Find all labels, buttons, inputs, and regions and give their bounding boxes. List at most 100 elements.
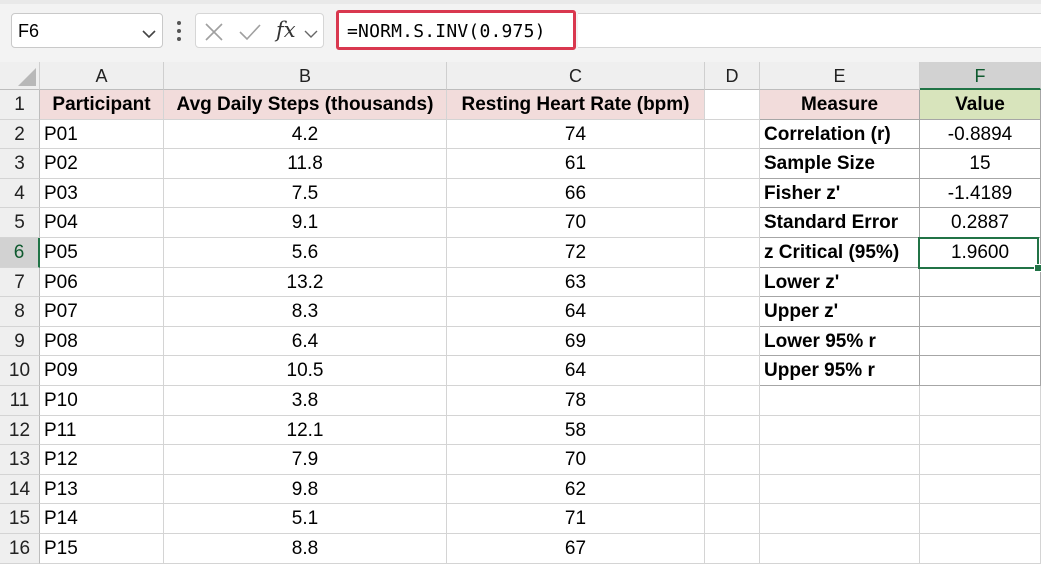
empty-cell[interactable] bbox=[705, 415, 760, 446]
row-header-14[interactable]: 14 bbox=[0, 474, 40, 505]
empty-cell[interactable] bbox=[760, 386, 920, 416]
heart-rate-cell[interactable]: 72 bbox=[447, 238, 705, 268]
measure-label-cell[interactable]: Upper z' bbox=[760, 297, 920, 327]
steps-cell[interactable]: 10.5 bbox=[164, 356, 447, 386]
empty-cell[interactable] bbox=[920, 386, 1041, 416]
empty-cell[interactable] bbox=[760, 534, 920, 564]
row-header-9[interactable]: 9 bbox=[0, 326, 40, 357]
measure-value-cell[interactable] bbox=[920, 356, 1041, 386]
row-header-6[interactable]: 6 bbox=[0, 238, 40, 268]
empty-cell[interactable] bbox=[705, 326, 760, 357]
checkmark-icon[interactable] bbox=[238, 22, 262, 47]
row-header-4[interactable]: 4 bbox=[0, 178, 40, 209]
fill-handle[interactable] bbox=[1034, 263, 1041, 272]
measure-label-cell[interactable]: Correlation (r) bbox=[760, 119, 920, 150]
participant-cell[interactable]: P04 bbox=[40, 208, 164, 238]
steps-cell[interactable]: 7.9 bbox=[164, 445, 447, 475]
steps-cell[interactable]: 6.4 bbox=[164, 326, 447, 357]
empty-cell[interactable] bbox=[705, 356, 760, 386]
select-all-button[interactable] bbox=[0, 62, 40, 90]
participant-cell[interactable]: P09 bbox=[40, 356, 164, 386]
participant-cell[interactable]: P05 bbox=[40, 238, 164, 268]
chevron-down-icon[interactable] bbox=[142, 26, 156, 44]
steps-cell[interactable]: 8.8 bbox=[164, 534, 447, 564]
measure-value-cell[interactable]: 15 bbox=[920, 149, 1041, 179]
empty-cell[interactable] bbox=[705, 534, 760, 564]
steps-cell[interactable]: 4.2 bbox=[164, 119, 447, 150]
column-header-a[interactable]: A bbox=[40, 62, 164, 90]
steps-cell[interactable]: 12.1 bbox=[164, 415, 447, 446]
measure-label-cell[interactable]: z Critical (95%) bbox=[760, 238, 920, 268]
empty-cell[interactable] bbox=[705, 504, 760, 534]
empty-cell[interactable] bbox=[760, 445, 920, 475]
column-header-d[interactable]: D bbox=[705, 62, 760, 90]
empty-cell[interactable] bbox=[920, 474, 1041, 505]
empty-cell[interactable] bbox=[705, 386, 760, 416]
insert-function-button[interactable]: fx bbox=[276, 18, 296, 42]
row-header-16[interactable]: 16 bbox=[0, 534, 40, 564]
formula-input[interactable]: =NORM.S.INV(0.975) bbox=[336, 10, 576, 50]
column-header-e[interactable]: E bbox=[760, 62, 920, 90]
empty-cell[interactable] bbox=[920, 534, 1041, 564]
row-header-8[interactable]: 8 bbox=[0, 297, 40, 327]
heart-rate-cell[interactable]: 58 bbox=[447, 415, 705, 446]
measure-value-cell[interactable]: 0.2887 bbox=[920, 208, 1041, 238]
steps-cell[interactable]: 5.6 bbox=[164, 238, 447, 268]
row-header-15[interactable]: 15 bbox=[0, 504, 40, 534]
close-icon[interactable] bbox=[204, 22, 224, 47]
measure-label-cell[interactable]: Lower 95% r bbox=[760, 326, 920, 357]
heart-rate-cell[interactable]: 62 bbox=[447, 474, 705, 505]
row-header-7[interactable]: 7 bbox=[0, 267, 40, 298]
measure-label-cell[interactable]: Lower z' bbox=[760, 267, 920, 298]
chevron-down-icon[interactable] bbox=[304, 26, 318, 44]
heart-rate-cell[interactable]: 71 bbox=[447, 504, 705, 534]
empty-cell[interactable] bbox=[705, 267, 760, 298]
row-header-2[interactable]: 2 bbox=[0, 119, 40, 150]
measure-label-cell[interactable]: Upper 95% r bbox=[760, 356, 920, 386]
name-box[interactable]: F6 bbox=[11, 13, 163, 48]
heart-rate-cell[interactable]: 63 bbox=[447, 267, 705, 298]
heart-rate-cell[interactable]: 67 bbox=[447, 534, 705, 564]
measure-value-cell[interactable]: -0.8894 bbox=[920, 119, 1041, 150]
steps-cell[interactable]: 9.8 bbox=[164, 474, 447, 505]
measure-label-cell[interactable]: Fisher z' bbox=[760, 178, 920, 209]
steps-cell[interactable]: 9.1 bbox=[164, 208, 447, 238]
row-header-13[interactable]: 13 bbox=[0, 445, 40, 475]
participant-cell[interactable]: P08 bbox=[40, 326, 164, 357]
measure-value-cell[interactable] bbox=[920, 297, 1041, 327]
row-header-12[interactable]: 12 bbox=[0, 415, 40, 446]
heart-rate-cell[interactable]: 64 bbox=[447, 297, 705, 327]
row-header-3[interactable]: 3 bbox=[0, 149, 40, 179]
heart-rate-cell[interactable]: 66 bbox=[447, 178, 705, 209]
measure-value-cell[interactable]: -1.4189 bbox=[920, 178, 1041, 209]
participant-cell[interactable]: P02 bbox=[40, 149, 164, 179]
measures-table-header[interactable]: Measure bbox=[760, 90, 920, 120]
steps-cell[interactable]: 7.5 bbox=[164, 178, 447, 209]
participant-cell[interactable]: P14 bbox=[40, 504, 164, 534]
empty-cell[interactable] bbox=[920, 504, 1041, 534]
column-header-b[interactable]: B bbox=[164, 62, 447, 90]
participant-cell[interactable]: P15 bbox=[40, 534, 164, 564]
heart-rate-cell[interactable]: 70 bbox=[447, 445, 705, 475]
measure-value-cell[interactable] bbox=[920, 326, 1041, 357]
heart-rate-cell[interactable]: 64 bbox=[447, 356, 705, 386]
participant-cell[interactable]: P10 bbox=[40, 386, 164, 416]
empty-cell[interactable] bbox=[705, 149, 760, 179]
measures-table-header[interactable]: Value bbox=[920, 90, 1041, 120]
row-header-1[interactable]: 1 bbox=[0, 90, 40, 120]
column-header-c[interactable]: C bbox=[447, 62, 705, 90]
data-table-header[interactable]: Avg Daily Steps (thousands) bbox=[164, 90, 447, 120]
empty-cell[interactable] bbox=[705, 90, 760, 120]
participant-cell[interactable]: P01 bbox=[40, 119, 164, 150]
participant-cell[interactable]: P07 bbox=[40, 297, 164, 327]
formula-input-extension[interactable] bbox=[578, 13, 1041, 48]
row-header-5[interactable]: 5 bbox=[0, 208, 40, 238]
vertical-dots-icon[interactable] bbox=[175, 20, 183, 47]
steps-cell[interactable]: 13.2 bbox=[164, 267, 447, 298]
heart-rate-cell[interactable]: 70 bbox=[447, 208, 705, 238]
data-table-header[interactable]: Participant bbox=[40, 90, 164, 120]
row-header-10[interactable]: 10 bbox=[0, 356, 40, 386]
empty-cell[interactable] bbox=[760, 415, 920, 446]
steps-cell[interactable]: 5.1 bbox=[164, 504, 447, 534]
participant-cell[interactable]: P03 bbox=[40, 178, 164, 209]
